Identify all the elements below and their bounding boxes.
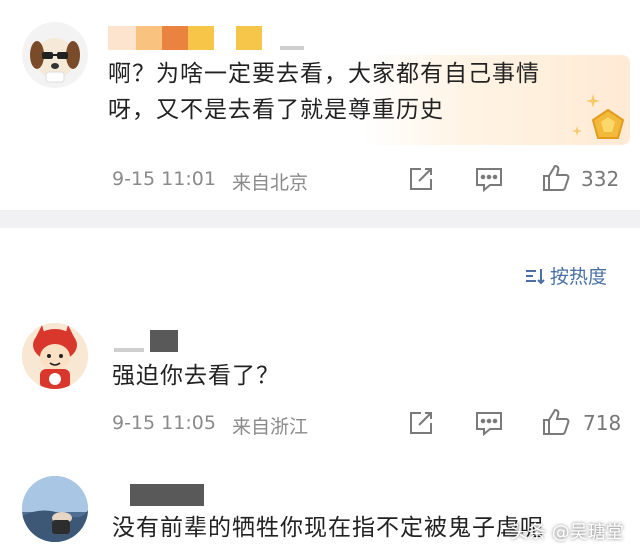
comment-time: 9-15 11:05: [112, 412, 216, 434]
comment-text-line: 呀，又不是去看了就是尊重历史: [108, 97, 444, 123]
comment-text: 没有前辈的牺牲你现在指不定被鬼子虐呢: [112, 515, 544, 541]
username-redacted[interactable]: [108, 26, 262, 50]
comment-text: 强迫你去看了？: [112, 363, 280, 389]
like-count: 332: [581, 167, 620, 191]
like-count: 718: [583, 411, 622, 435]
watermark: 头条 @吴瑭堂: [510, 522, 624, 543]
comment-location: 来自北京: [232, 172, 309, 194]
username-underline: [114, 348, 144, 352]
reply-icon[interactable]: [474, 409, 504, 437]
sort-label: 按热度: [550, 266, 608, 288]
avatar-landscape[interactable]: [22, 476, 88, 542]
sort-icon: [524, 266, 546, 286]
sparkle-icon: [586, 94, 600, 108]
comment-location: 来自浙江: [232, 416, 309, 438]
share-icon[interactable]: [407, 165, 435, 193]
comment-time: 9-15 11:01: [112, 168, 216, 190]
share-icon[interactable]: [407, 409, 435, 437]
section-divider: [0, 210, 640, 228]
gold-badge-icon: [590, 108, 626, 142]
sparkle-icon: [572, 126, 582, 136]
avatar-cartoon[interactable]: [22, 323, 88, 389]
like-icon[interactable]: [541, 407, 571, 437]
sort-by-hot-button[interactable]: 按热度: [524, 262, 607, 289]
avatar-beagle[interactable]: [22, 22, 88, 88]
username-underline: [280, 46, 304, 50]
comment-text-line: 啊？为啥一定要去看，大家都有自己事情: [108, 61, 540, 87]
username-redacted[interactable]: [150, 330, 178, 352]
username-redacted[interactable]: [130, 484, 204, 506]
like-icon[interactable]: [541, 163, 571, 193]
reply-icon[interactable]: [474, 165, 504, 193]
